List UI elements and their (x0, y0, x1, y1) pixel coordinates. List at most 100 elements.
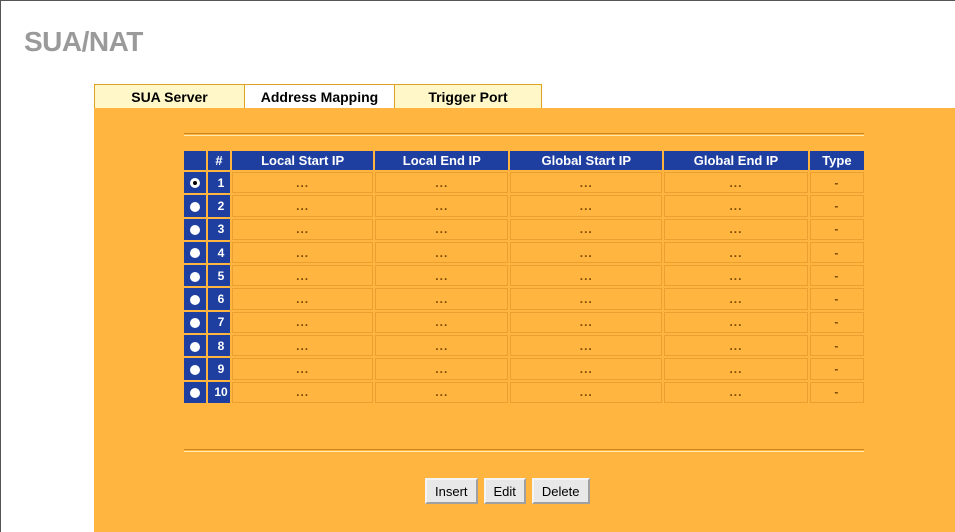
edit-button[interactable]: Edit (483, 478, 526, 504)
global-start-ip-cell: ... (510, 172, 663, 194)
global-end-ip-cell: ... (664, 335, 808, 357)
tab-bar: SUA Server Address Mapping Trigger Port (94, 84, 542, 108)
row-radio-button[interactable] (190, 178, 200, 189)
global-start-ip-cell: ... (510, 311, 663, 334)
row-select-cell (184, 288, 206, 310)
type-cell: - (809, 265, 864, 287)
delete-button[interactable]: Delete (531, 478, 590, 504)
row-radio-button[interactable] (190, 201, 200, 212)
type-cell: - (809, 311, 864, 334)
global-end-ip-cell: ... (664, 311, 808, 334)
header-select (184, 151, 206, 170)
type-cell: - (809, 381, 864, 403)
page-title: SUA/NAT (24, 26, 143, 57)
tab-trigger-port[interactable]: Trigger Port (394, 84, 542, 108)
local-start-ip-cell: ... (232, 241, 374, 264)
local-start-ip-cell: ... (232, 335, 374, 357)
global-start-ip-cell: ... (510, 335, 663, 357)
row-select-cell (184, 172, 206, 194)
global-end-ip-cell: ... (664, 265, 808, 287)
address-mapping-table: # Local Start IP Local End IP Global Sta… (182, 149, 866, 405)
row-radio-button[interactable] (190, 225, 200, 236)
local-start-ip-cell: ... (232, 265, 374, 287)
row-radio-button[interactable] (190, 364, 200, 375)
row-select-cell (184, 381, 206, 403)
row-index: 8 (208, 335, 230, 357)
insert-button[interactable]: Insert (425, 478, 478, 504)
row-radio-button[interactable] (190, 341, 200, 352)
table-row: 5............ - (184, 265, 864, 287)
local-end-ip-cell: ... (375, 358, 509, 380)
table-row: 3............ - (184, 218, 864, 240)
row-index: 5 (208, 265, 230, 287)
row-index: 3 (208, 218, 230, 240)
row-index: 7 (208, 311, 230, 334)
global-end-ip-cell: ... (664, 358, 808, 380)
global-start-ip-cell: ... (510, 358, 663, 380)
local-start-ip-cell: ... (232, 195, 374, 217)
global-start-ip-cell: ... (510, 265, 663, 287)
divider (184, 449, 864, 452)
row-select-cell (184, 241, 206, 264)
local-end-ip-cell: ... (375, 311, 509, 334)
row-radio-button[interactable] (190, 294, 200, 305)
row-select-cell (184, 195, 206, 217)
table-row: 9............ - (184, 358, 864, 380)
header-local-start-ip: Local Start IP (232, 151, 374, 170)
local-start-ip-cell: ... (232, 288, 374, 310)
global-end-ip-cell: ... (664, 381, 808, 403)
header-global-start-ip: Global Start IP (510, 151, 663, 170)
header-global-end-ip: Global End IP (664, 151, 808, 170)
row-radio-button[interactable] (190, 388, 200, 399)
divider (184, 133, 864, 136)
type-cell: - (809, 218, 864, 240)
local-end-ip-cell: ... (375, 218, 509, 240)
global-end-ip-cell: ... (664, 218, 808, 240)
global-start-ip-cell: ... (510, 381, 663, 403)
type-cell: - (809, 358, 864, 380)
row-index: 1 (208, 172, 230, 194)
address-mapping-panel: # Local Start IP Local End IP Global Sta… (94, 108, 955, 532)
row-select-cell (184, 311, 206, 334)
local-end-ip-cell: ... (375, 381, 509, 403)
table-row: 2............ - (184, 195, 864, 217)
row-select-cell (184, 218, 206, 240)
action-buttons: Insert Edit Delete (425, 478, 590, 504)
header-type: Type (809, 151, 864, 170)
local-start-ip-cell: ... (232, 172, 374, 194)
row-index: 6 (208, 288, 230, 310)
table-header-row: # Local Start IP Local End IP Global Sta… (184, 151, 864, 170)
type-cell: - (809, 172, 864, 194)
row-radio-button[interactable] (190, 248, 200, 259)
table-row: 8............ - (184, 335, 864, 357)
row-select-cell (184, 335, 206, 357)
row-select-cell (184, 265, 206, 287)
row-index: 2 (208, 195, 230, 217)
local-start-ip-cell: ... (232, 358, 374, 380)
row-index: 9 (208, 358, 230, 380)
global-start-ip-cell: ... (510, 241, 663, 264)
header-index: # (208, 151, 230, 170)
row-radio-button[interactable] (190, 271, 200, 282)
global-start-ip-cell: ... (510, 195, 663, 217)
table-row: 6............ - (184, 288, 864, 310)
type-cell: - (809, 288, 864, 310)
local-start-ip-cell: ... (232, 311, 374, 334)
local-end-ip-cell: ... (375, 172, 509, 194)
header-local-end-ip: Local End IP (375, 151, 509, 170)
table-row: 4............ - (184, 241, 864, 264)
local-end-ip-cell: ... (375, 288, 509, 310)
local-start-ip-cell: ... (232, 218, 374, 240)
global-end-ip-cell: ... (664, 288, 808, 310)
type-cell: - (809, 241, 864, 264)
table-row: 7............ - (184, 311, 864, 334)
local-end-ip-cell: ... (375, 265, 509, 287)
table-row: 1............ - (184, 172, 864, 194)
row-select-cell (184, 358, 206, 380)
tab-address-mapping[interactable]: Address Mapping (244, 84, 394, 108)
tab-sua-server[interactable]: SUA Server (94, 84, 244, 108)
table-row: 10............ - (184, 381, 864, 403)
row-radio-button[interactable] (190, 318, 200, 329)
type-cell: - (809, 195, 864, 217)
type-cell: - (809, 335, 864, 357)
